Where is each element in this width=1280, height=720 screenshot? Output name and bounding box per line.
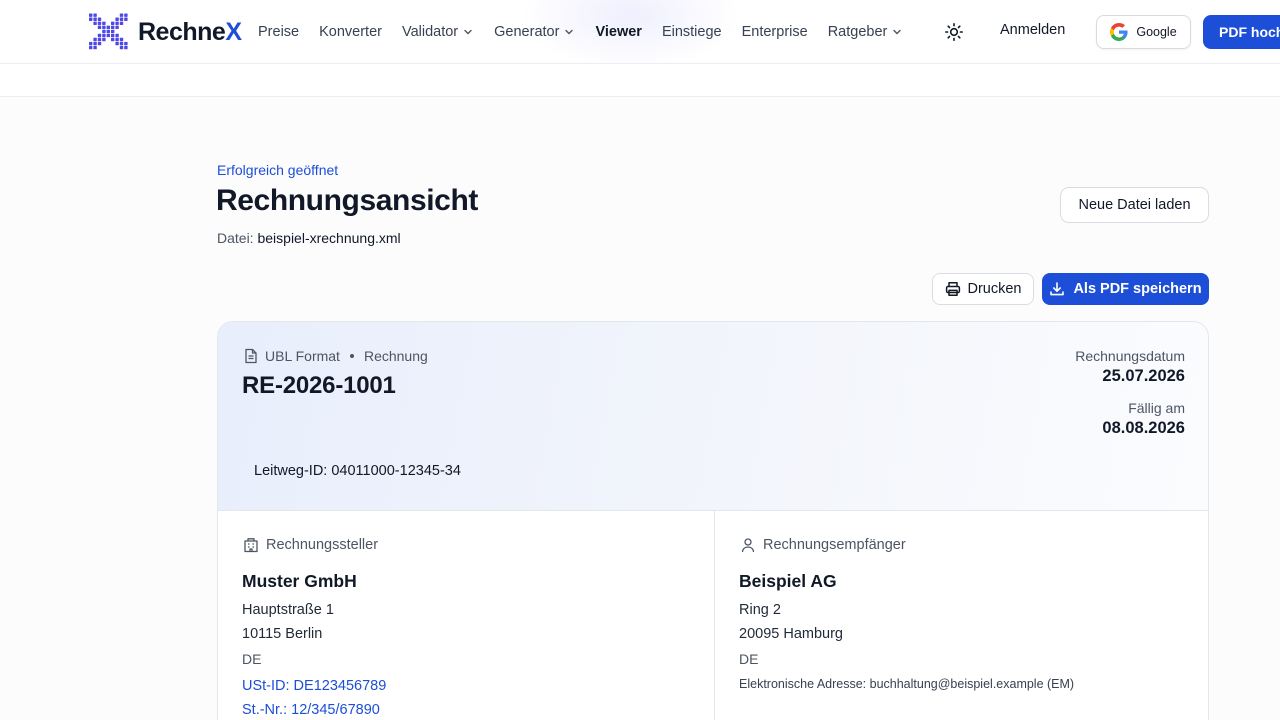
print-label: Drucken: [967, 281, 1022, 297]
top-navigation-bar: RechneX Preise Konverter Validator Generato…: [0, 0, 1280, 64]
buyer-heading: Rechnungsempfänger: [740, 537, 906, 553]
seller-name: Muster GmbH: [242, 571, 357, 591]
brand-name: RechneX: [138, 17, 242, 46]
nav-item-einstiege[interactable]: Einstiege: [662, 24, 722, 40]
nav-item-label: Enterprise: [741, 24, 808, 40]
chevron-down-icon: [893, 29, 902, 35]
invoice-summary: UBL Format Rechnung RE-2026-1001 Rechnun…: [218, 322, 1208, 511]
save-as-pdf-button[interactable]: Als PDF speichern: [1042, 273, 1209, 305]
google-icon: [1110, 23, 1128, 41]
invoice-date-value: 25.07.2026: [1102, 367, 1185, 385]
buyer-panel: Rechnungsempfänger Beispiel AG Ring 2 20…: [714, 511, 1208, 720]
invoice-date-block: Rechnungsdatum 25.07.2026: [1075, 348, 1185, 386]
building-icon: [244, 538, 258, 553]
nav-item-ratgeber[interactable]: Ratgeber: [828, 24, 904, 40]
nav-item-label: Ratgeber: [827, 24, 888, 40]
seller-city: 10115 Berlin: [242, 626, 323, 642]
secondary-bar: [0, 64, 1280, 97]
seller-vat-id[interactable]: USt-ID: DE123456789: [242, 678, 386, 694]
separator-dot: [349, 354, 354, 358]
printer-icon: [945, 282, 960, 296]
download-icon: [1050, 282, 1065, 296]
buyer-city: 20095 Hamburg: [739, 626, 843, 642]
invoice-format: UBL Format: [265, 348, 340, 364]
page-title: Rechnungsansicht: [216, 184, 478, 217]
status-message: Erfolgreich geöffnet: [217, 162, 339, 178]
print-button[interactable]: Drucken: [932, 273, 1034, 305]
google-login-button[interactable]: Google: [1096, 15, 1191, 49]
seller-label: Rechnungssteller: [266, 537, 379, 553]
invoice-meta: UBL Format Rechnung: [243, 348, 428, 364]
nav-item-generator[interactable]: Generator: [494, 24, 575, 40]
parties-section: Rechnungssteller Muster GmbH Hauptstraße…: [218, 511, 1208, 720]
chevron-down-icon: [464, 29, 472, 35]
nav-item-label: Validator: [401, 24, 459, 40]
buyer-country: DE: [739, 651, 759, 667]
user-icon: [741, 538, 755, 553]
seller-tax-number[interactable]: St.-Nr.: 12/345/67890: [242, 702, 380, 718]
due-date-value: 08.08.2026: [1102, 419, 1185, 437]
load-new-file-button[interactable]: Neue Datei laden: [1060, 187, 1209, 223]
nav-item-konverter[interactable]: Konverter: [319, 24, 382, 40]
invoice-number: RE-2026-1001: [242, 372, 396, 399]
seller-heading: Rechnungssteller: [243, 537, 378, 553]
nav-item-label: Konverter: [319, 24, 382, 40]
file-name: beispiel-xrechnung.xml: [257, 230, 401, 246]
sun-icon[interactable]: [944, 22, 964, 42]
buyer-electronic-address: Elektronische Adresse: buchhaltung@beisp…: [739, 677, 1075, 691]
login-link[interactable]: Anmelden: [1000, 22, 1065, 38]
nav-item-label: Preise: [258, 24, 300, 40]
leitweg-id: Leitweg-ID: 04011000-12345-34: [254, 463, 461, 479]
file-info: Datei: beispiel-xrechnung.xml: [217, 230, 401, 246]
brand-logo[interactable]: RechneX: [88, 13, 242, 51]
nav-item-validator[interactable]: Validator: [402, 24, 474, 40]
invoice-date-label: Rechnungsdatum: [1075, 348, 1185, 364]
chevron-down-icon: [565, 29, 574, 35]
due-date-label: Fällig am: [1128, 400, 1185, 416]
seller-street: Hauptstraße 1: [242, 602, 334, 618]
nav-item-label: Viewer: [595, 24, 642, 40]
invoice-card: UBL Format Rechnung RE-2026-1001 Rechnun…: [217, 321, 1209, 720]
buyer-name: Beispiel AG: [739, 571, 837, 591]
file-label: Datei:: [217, 230, 254, 246]
seller-panel: Rechnungssteller Muster GmbH Hauptstraße…: [218, 511, 714, 720]
google-label: Google: [1136, 25, 1177, 39]
main-navigation: Preise Konverter Validator Generator Viewer E…: [258, 0, 923, 63]
nav-item-enterprise[interactable]: Enterprise: [742, 24, 808, 40]
nav-item-viewer[interactable]: Viewer: [595, 24, 642, 40]
buyer-label: Rechnungsempfänger: [763, 537, 906, 553]
nav-item-preise[interactable]: Preise: [258, 24, 299, 40]
document-icon: [245, 348, 257, 364]
seller-country: DE: [242, 651, 262, 667]
nav-item-label: Generator: [494, 24, 560, 40]
upload-pdf-button[interactable]: PDF hoch: [1203, 15, 1280, 49]
buyer-street: Ring 2: [739, 602, 781, 618]
due-date-block: Fällig am 08.08.2026: [1102, 400, 1185, 438]
invoice-type: Rechnung: [363, 348, 428, 364]
rechnex-logo-icon: [89, 13, 128, 50]
save-pdf-label: Als PDF speichern: [1073, 281, 1202, 297]
nav-item-label: Einstiege: [661, 24, 722, 40]
